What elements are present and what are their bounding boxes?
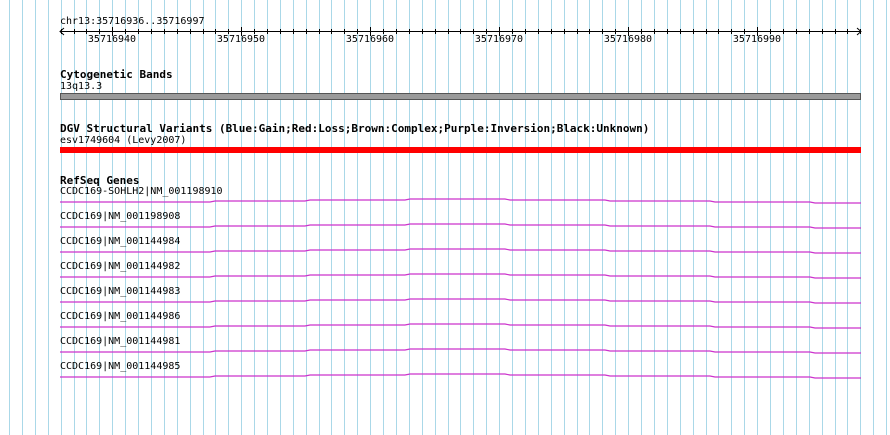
ruler-tick-label: 35716950: [216, 34, 266, 45]
gene-label[interactable]: CCDC169|NM_001144981: [60, 336, 180, 347]
ruler-tick-label: 35716960: [345, 34, 395, 45]
dgv-track-title[interactable]: DGV Structural Variants (Blue:Gain;Red:L…: [60, 123, 649, 134]
refseq-track-title[interactable]: RefSeq Genes: [60, 175, 139, 186]
ruler-tick-label: 35716940: [87, 34, 137, 45]
gene-label[interactable]: CCDC169|NM_001144986: [60, 311, 180, 322]
gene-label[interactable]: CCDC169|NM_001144982: [60, 261, 180, 272]
gene-label[interactable]: CCDC169|NM_001198908: [60, 211, 180, 222]
gene-label[interactable]: CCDC169|NM_001144983: [60, 286, 180, 297]
dgv-variant-label: esv1749604 (Levy2007): [60, 135, 187, 146]
cytoband-bar[interactable]: [60, 93, 861, 100]
cytoband-track-title[interactable]: Cytogenetic Bands: [60, 69, 173, 80]
ruler-tick-label: 35716980: [603, 34, 653, 45]
gene-label[interactable]: CCDC169|NM_001144984: [60, 236, 180, 247]
dgv-variant-bar[interactable]: [60, 147, 861, 153]
gene-label[interactable]: CCDC169-SOHLH2|NM_001198910: [60, 186, 223, 197]
position-label: chr13:35716936..35716997: [60, 16, 205, 27]
ruler-tick-label: 35716990: [732, 34, 782, 45]
cytoband-label: 13q13.3: [60, 81, 103, 92]
gene-label[interactable]: CCDC169|NM_001144985: [60, 361, 180, 372]
ruler-tick-label: 35716970: [474, 34, 524, 45]
